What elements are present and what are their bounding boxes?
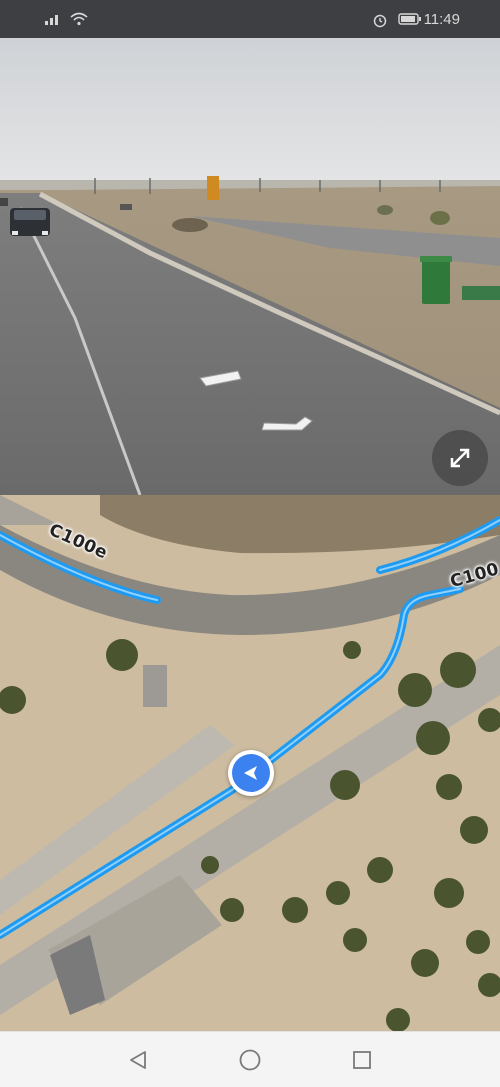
alarm-icon: [372, 12, 390, 28]
expand-button[interactable]: [432, 430, 488, 486]
status-bar: 11:49: [0, 0, 500, 38]
system-nav-bar: [0, 1031, 500, 1087]
home-button[interactable]: [235, 1045, 265, 1075]
battery-icon: [397, 12, 421, 26]
navigation-arrow-icon: [244, 766, 257, 780]
home-icon: [239, 1049, 261, 1070]
location-marker[interactable]: [228, 750, 274, 796]
status-time: 11:49: [423, 10, 460, 28]
building: [143, 665, 167, 707]
status-right: 11:49: [372, 11, 460, 28]
location-marker-inner: [232, 754, 270, 792]
recents-button[interactable]: [347, 1045, 377, 1075]
road-sign: [207, 176, 219, 200]
back-button[interactable]: [123, 1045, 153, 1075]
recents-icon: [353, 1050, 371, 1069]
expand-icon: [450, 448, 470, 468]
car: [10, 208, 50, 236]
street-view-panorama[interactable]: [0, 38, 500, 495]
sky: [0, 38, 500, 188]
green-bin: [420, 256, 452, 304]
back-icon: [130, 1050, 146, 1069]
signal-icon: [44, 12, 62, 26]
status-left: [44, 12, 88, 26]
wifi-icon: [70, 12, 88, 26]
